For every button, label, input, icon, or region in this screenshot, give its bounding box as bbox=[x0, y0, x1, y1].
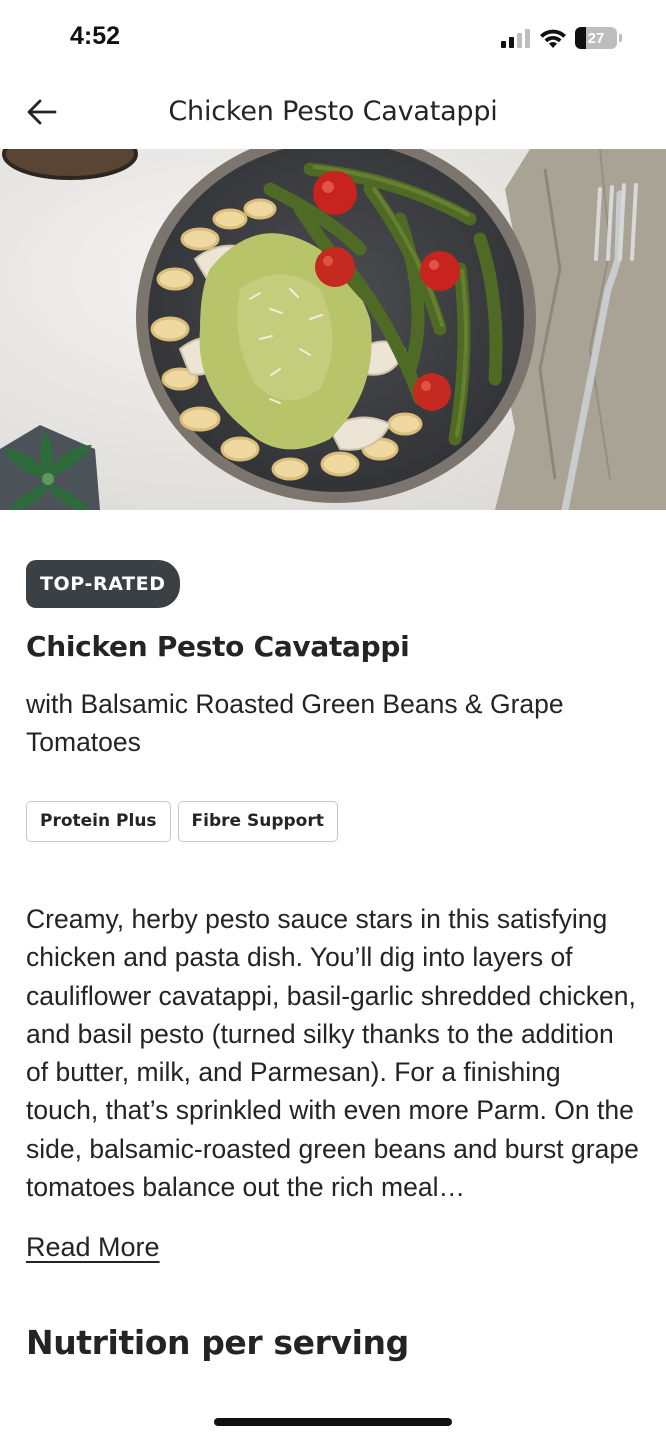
battery-percent: 27 bbox=[587, 29, 605, 47]
status-bar: 4:52 27 bbox=[0, 0, 666, 76]
nav-header: Chicken Pesto Cavatappi bbox=[0, 76, 666, 148]
tag-protein-plus: Protein Plus bbox=[26, 801, 171, 842]
top-rated-badge: TOP-RATED bbox=[26, 560, 180, 608]
home-indicator bbox=[214, 1418, 452, 1426]
recipe-subtitle: with Balsamic Roasted Green Beans & Grap… bbox=[26, 689, 564, 757]
status-icons: 27 bbox=[501, 27, 622, 49]
cellular-signal-icon bbox=[501, 29, 530, 48]
tag-fibre-support: Fibre Support bbox=[177, 801, 338, 842]
recipe-photo-illustration bbox=[0, 149, 666, 510]
status-time: 4:52 bbox=[70, 22, 121, 50]
nutrition-heading: Nutrition per serving bbox=[26, 1323, 409, 1363]
battery-cap bbox=[619, 34, 622, 42]
tag-list: Protein Plus Fibre Support bbox=[26, 801, 640, 842]
recipe-description: Creamy, herby pesto sauce stars in this … bbox=[26, 904, 639, 1203]
wifi-icon bbox=[540, 29, 566, 48]
header-title: Chicken Pesto Cavatappi bbox=[168, 96, 498, 127]
battery-icon: 27 bbox=[575, 27, 617, 49]
recipe-photo bbox=[0, 149, 666, 510]
read-more-link[interactable]: Read More bbox=[26, 1232, 160, 1263]
recipe-title: Chicken Pesto Cavatappi bbox=[26, 630, 410, 663]
recipe-details: TOP-RATED Chicken Pesto Cavatappi with B… bbox=[26, 560, 640, 1362]
battery-fill bbox=[575, 27, 587, 49]
